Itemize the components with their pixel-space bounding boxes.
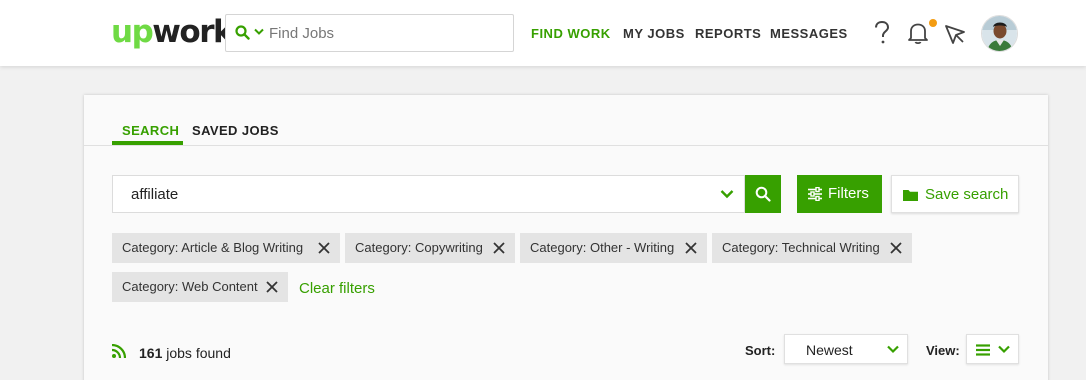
view-dropdown[interactable] bbox=[966, 334, 1019, 364]
filter-chip-label: Category: Other - Writing bbox=[530, 240, 675, 255]
bell-icon[interactable] bbox=[907, 21, 929, 45]
search-submit-button[interactable] bbox=[745, 175, 781, 213]
job-search-input[interactable] bbox=[131, 178, 691, 210]
sort-label: Sort: bbox=[745, 343, 776, 358]
top-navigation-bar: upwork FIND WORK MY JOBS REPORTS MESSAGE… bbox=[0, 0, 1086, 66]
nav-reports[interactable]: REPORTS bbox=[695, 26, 761, 41]
chevron-down-icon[interactable] bbox=[254, 28, 264, 36]
filter-chip-label: Category: Article & Blog Writing bbox=[122, 240, 304, 255]
close-icon[interactable] bbox=[318, 242, 330, 254]
chevron-down-icon[interactable] bbox=[720, 189, 734, 199]
filter-chip-label: Category: Copywriting bbox=[355, 240, 483, 255]
view-label: View: bbox=[926, 343, 960, 358]
job-search-card: SEARCH SAVED JOBS Filters Save search bbox=[84, 95, 1048, 380]
sort-value: Newest bbox=[806, 342, 853, 358]
filters-label: Filters bbox=[828, 185, 869, 202]
notification-badge bbox=[929, 19, 937, 27]
filter-chip: Category: Copywriting bbox=[345, 233, 515, 263]
tab-search[interactable]: SEARCH bbox=[122, 123, 179, 138]
chevron-down-icon bbox=[887, 345, 899, 354]
job-search-box bbox=[112, 175, 745, 213]
tab-divider bbox=[84, 145, 1048, 146]
close-icon[interactable] bbox=[890, 242, 902, 254]
chevron-down-icon bbox=[998, 345, 1010, 354]
help-icon[interactable] bbox=[873, 21, 891, 45]
search-icon bbox=[755, 186, 771, 202]
sort-dropdown[interactable]: Newest bbox=[784, 334, 908, 364]
user-avatar[interactable] bbox=[981, 15, 1018, 52]
nav-my-jobs[interactable]: MY JOBS bbox=[623, 26, 685, 41]
filter-chip-label: Category: Technical Writing bbox=[722, 240, 880, 255]
jobs-found-suffix: jobs found bbox=[162, 345, 231, 361]
tab-saved-jobs[interactable]: SAVED JOBS bbox=[192, 123, 279, 138]
jobs-count: 161 bbox=[139, 345, 163, 361]
list-view-icon bbox=[976, 344, 990, 356]
header-search-input[interactable] bbox=[269, 16, 509, 50]
save-search-label: Save search bbox=[925, 186, 1009, 203]
close-icon[interactable] bbox=[493, 242, 505, 254]
close-icon[interactable] bbox=[685, 242, 697, 254]
nav-messages[interactable]: MESSAGES bbox=[770, 26, 848, 41]
sliders-icon bbox=[808, 187, 822, 201]
jobs-found-count: 161 jobs found bbox=[139, 345, 231, 361]
nav-find-work[interactable]: FIND WORK bbox=[531, 26, 611, 41]
folder-icon bbox=[903, 190, 918, 201]
filters-button[interactable]: Filters bbox=[797, 175, 882, 213]
send-icon[interactable] bbox=[944, 23, 966, 45]
logo-up-text: up bbox=[111, 14, 154, 50]
rss-icon[interactable] bbox=[112, 344, 126, 358]
upwork-logo[interactable]: upwork bbox=[111, 12, 234, 52]
filter-chip: Category: Web Content bbox=[112, 272, 288, 302]
clear-filters-link[interactable]: Clear filters bbox=[299, 280, 375, 297]
filter-chip: Category: Other - Writing bbox=[520, 233, 707, 263]
header-search bbox=[225, 14, 514, 52]
filter-chip-label: Category: Web Content bbox=[122, 279, 258, 294]
save-search-button[interactable]: Save search bbox=[891, 175, 1019, 213]
filter-chip: Category: Article & Blog Writing bbox=[112, 233, 340, 263]
search-icon[interactable] bbox=[235, 25, 250, 40]
logo-work-text: work bbox=[152, 14, 233, 50]
close-icon[interactable] bbox=[266, 281, 278, 293]
filter-chip: Category: Technical Writing bbox=[712, 233, 912, 263]
